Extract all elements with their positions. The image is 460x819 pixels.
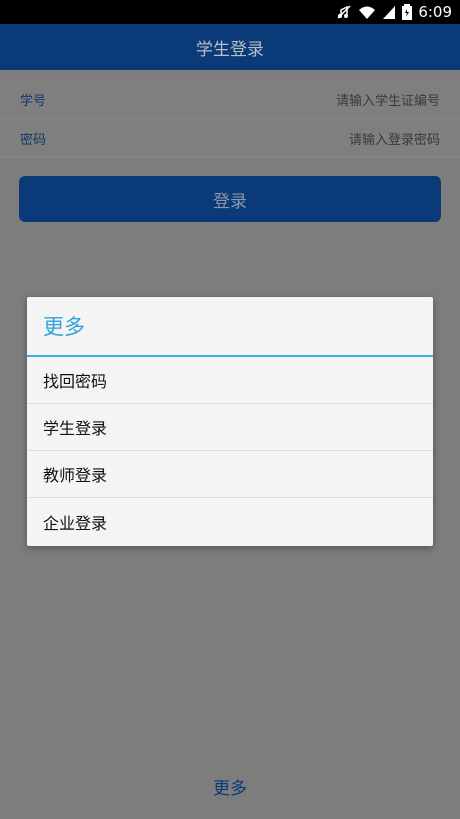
dialog-item-teacher-login[interactable]: 教师登录 xyxy=(27,451,433,498)
mute-icon xyxy=(336,4,352,20)
password-input[interactable]: 请输入登录密码 xyxy=(349,129,440,148)
login-form: 学号 请输入学生证编号 密码 请输入登录密码 xyxy=(0,80,460,158)
student-id-input[interactable]: 请输入学生证编号 xyxy=(336,90,440,109)
dialog-title: 更多 xyxy=(27,297,433,357)
signal-icon xyxy=(382,4,396,20)
status-icons: 6:09 xyxy=(336,3,452,21)
student-id-field[interactable]: 学号 请输入学生证编号 xyxy=(0,80,460,119)
more-dialog: 更多 找回密码 学生登录 教师登录 企业登录 xyxy=(27,297,433,546)
dialog-item-recover-password[interactable]: 找回密码 xyxy=(27,357,433,404)
dialog-item-student-login[interactable]: 学生登录 xyxy=(27,404,433,451)
status-time: 6:09 xyxy=(418,3,452,21)
student-id-label: 学号 xyxy=(20,93,47,109)
page-title: 学生登录 xyxy=(196,39,264,60)
status-bar: 6:09 xyxy=(0,0,460,24)
more-link[interactable]: 更多 xyxy=(0,774,460,799)
battery-icon xyxy=(402,4,413,20)
wifi-icon xyxy=(358,4,376,20)
app-bar: 学生登录 xyxy=(0,24,460,70)
dialog-item-enterprise-login[interactable]: 企业登录 xyxy=(27,498,433,545)
password-label: 密码 xyxy=(20,132,47,148)
login-button[interactable]: 登录 xyxy=(19,176,441,222)
password-field[interactable]: 密码 请输入登录密码 xyxy=(0,119,460,158)
